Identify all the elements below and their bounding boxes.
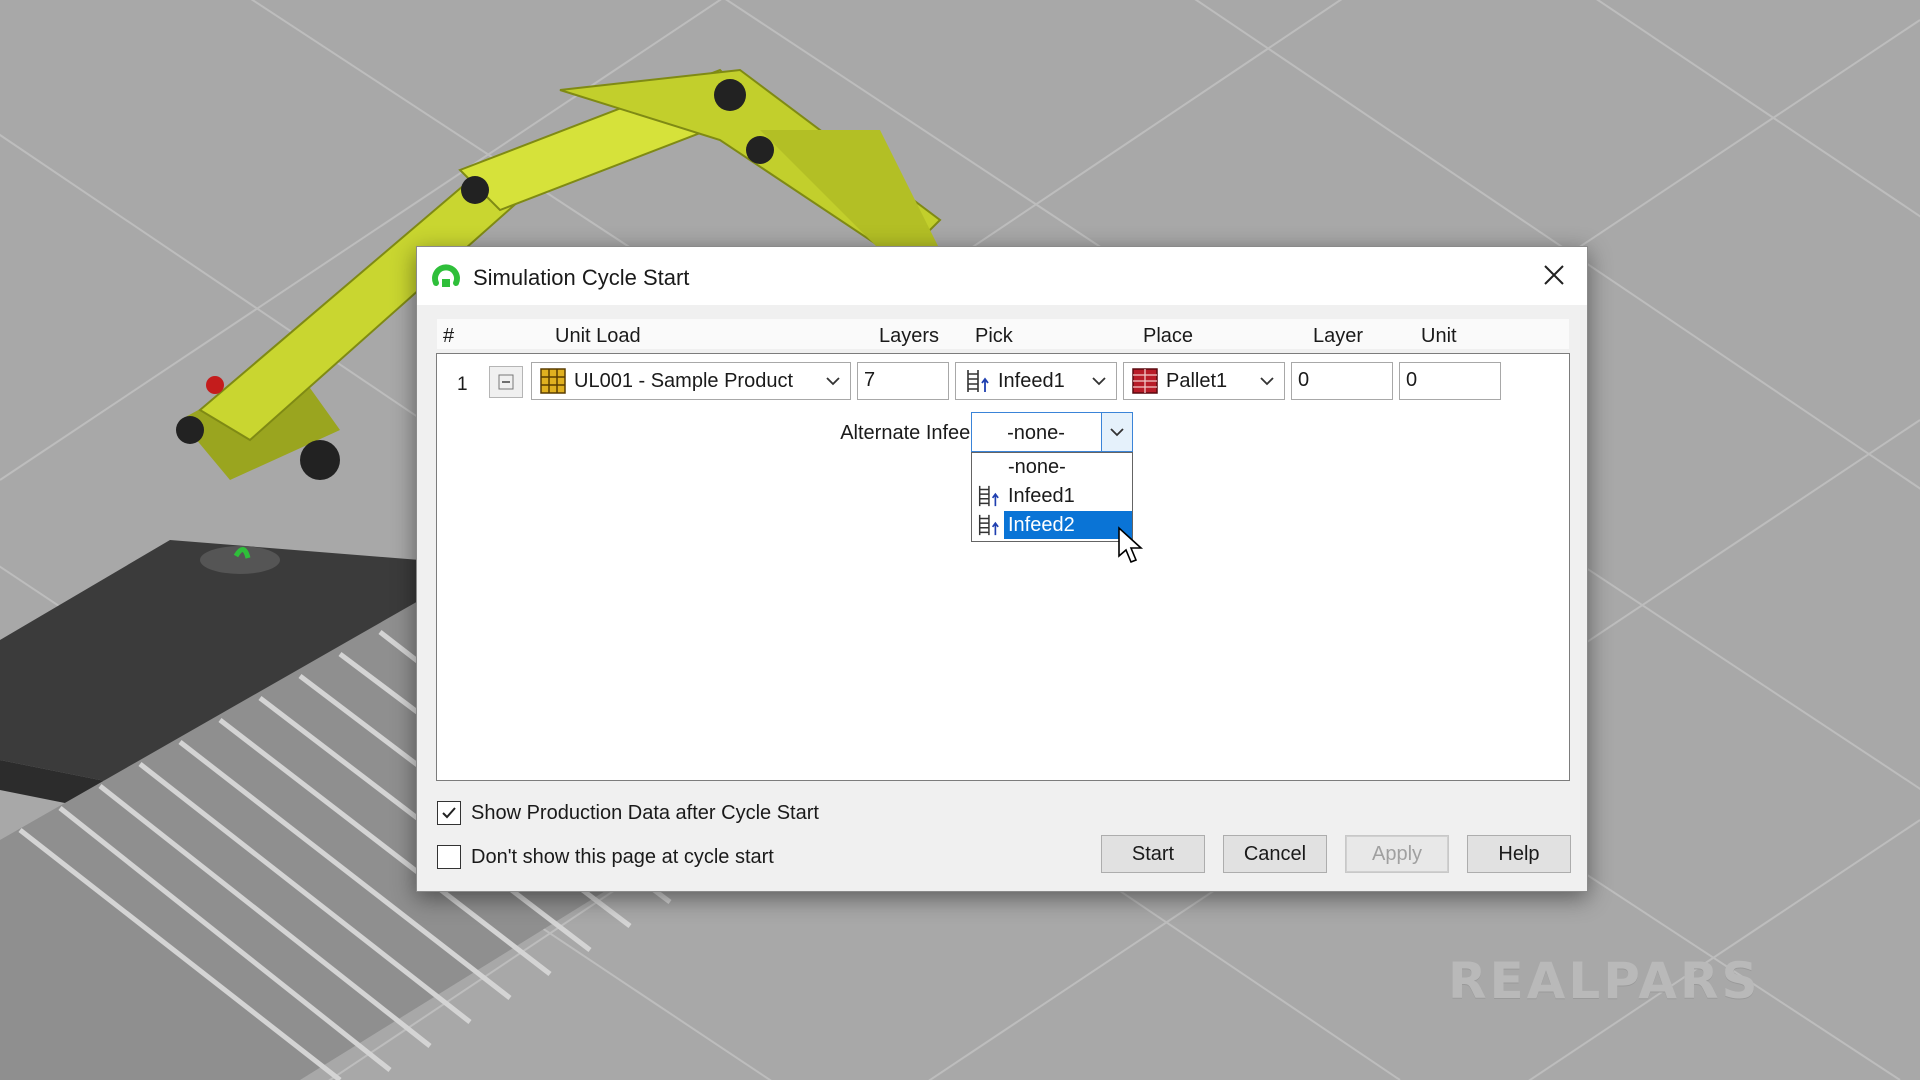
- option-none[interactable]: -none-: [972, 453, 1132, 481]
- col-header-layers: Layers: [879, 325, 940, 347]
- app-icon: [432, 264, 460, 287]
- option-label: -none-: [1008, 456, 1066, 478]
- checkmark-icon: [442, 807, 456, 819]
- col-header-unit-load: Unit Load: [555, 325, 641, 347]
- chevron-down-icon: [826, 377, 840, 386]
- close-icon: [1544, 265, 1564, 285]
- unit-load-value: UL001 - Sample Product: [574, 369, 794, 392]
- option-label: Infeed2: [1008, 514, 1075, 536]
- unit-load-grid-icon: [540, 368, 566, 394]
- show-production-checkbox[interactable]: [437, 801, 461, 825]
- infeed-conveyor-icon: [978, 514, 999, 536]
- grid-header: # Unit Load Layers Pick Place Layer Unit: [437, 319, 1569, 349]
- row-index: 1: [457, 374, 468, 395]
- chevron-down-icon: [1092, 377, 1106, 386]
- cancel-button[interactable]: Cancel: [1223, 835, 1327, 873]
- unit-load-select[interactable]: UL001 - Sample Product: [531, 362, 851, 400]
- col-header-pick: Pick: [975, 325, 1013, 347]
- alternate-infeeds-select[interactable]: -none-: [971, 412, 1133, 452]
- option-label: Infeed1: [1008, 485, 1075, 507]
- alternate-infeeds-options: -none- Infeed1 Infeed2: [971, 452, 1133, 542]
- dont-show-checkbox[interactable]: [437, 845, 461, 869]
- show-production-label: Show Production Data after Cycle Start: [471, 801, 819, 824]
- alternate-infeeds-label: Alternate Infeeds:: [840, 422, 997, 444]
- place-value: Pallet1: [1166, 369, 1228, 392]
- pallet-icon: [1132, 368, 1158, 394]
- infeed-conveyor-icon: [967, 370, 989, 392]
- pick-select[interactable]: Infeed1: [955, 362, 1117, 400]
- dialog-title: Simulation Cycle Start: [473, 265, 690, 290]
- layers-input[interactable]: 7: [857, 362, 949, 400]
- apply-button[interactable]: Apply: [1345, 835, 1449, 873]
- col-header-unit: Unit: [1421, 325, 1457, 347]
- col-header-index: #: [443, 325, 455, 347]
- option-infeed1[interactable]: Infeed1: [972, 482, 1132, 510]
- simulation-cycle-start-dialog: Simulation Cycle Start # Unit Load Layer…: [416, 246, 1588, 892]
- collapse-row-button[interactable]: [489, 366, 523, 398]
- minus-icon: [498, 374, 514, 390]
- pick-value: Infeed1: [998, 369, 1065, 392]
- unit-input[interactable]: 0: [1399, 362, 1501, 400]
- cycle-grid: 1 UL001 - Sample Product 7 Infeed1 Palle…: [436, 353, 1570, 781]
- chevron-down-icon: [1260, 377, 1274, 386]
- alternate-infeeds-dropdown-button[interactable]: [1101, 413, 1132, 451]
- alternate-infeeds-value: -none-: [1007, 422, 1065, 444]
- option-infeed2[interactable]: Infeed2: [972, 511, 1132, 539]
- mouse-pointer-icon: [1118, 526, 1144, 564]
- dont-show-checkbox-row[interactable]: Don't show this page at cycle start: [437, 845, 774, 869]
- col-header-place: Place: [1143, 325, 1194, 347]
- close-button[interactable]: [1531, 253, 1577, 297]
- layer-input[interactable]: 0: [1291, 362, 1393, 400]
- watermark-logo: REALPARS: [1448, 952, 1761, 1010]
- start-button[interactable]: Start: [1101, 835, 1205, 873]
- show-production-checkbox-row[interactable]: Show Production Data after Cycle Start: [437, 801, 819, 825]
- col-header-layer: Layer: [1313, 325, 1364, 347]
- help-button[interactable]: Help: [1467, 835, 1571, 873]
- place-select[interactable]: Pallet1: [1123, 362, 1285, 400]
- chevron-down-icon: [1110, 428, 1124, 437]
- dont-show-label: Don't show this page at cycle start: [471, 845, 774, 868]
- infeed-conveyor-icon: [978, 485, 999, 507]
- dialog-titlebar[interactable]: Simulation Cycle Start: [417, 247, 1587, 305]
